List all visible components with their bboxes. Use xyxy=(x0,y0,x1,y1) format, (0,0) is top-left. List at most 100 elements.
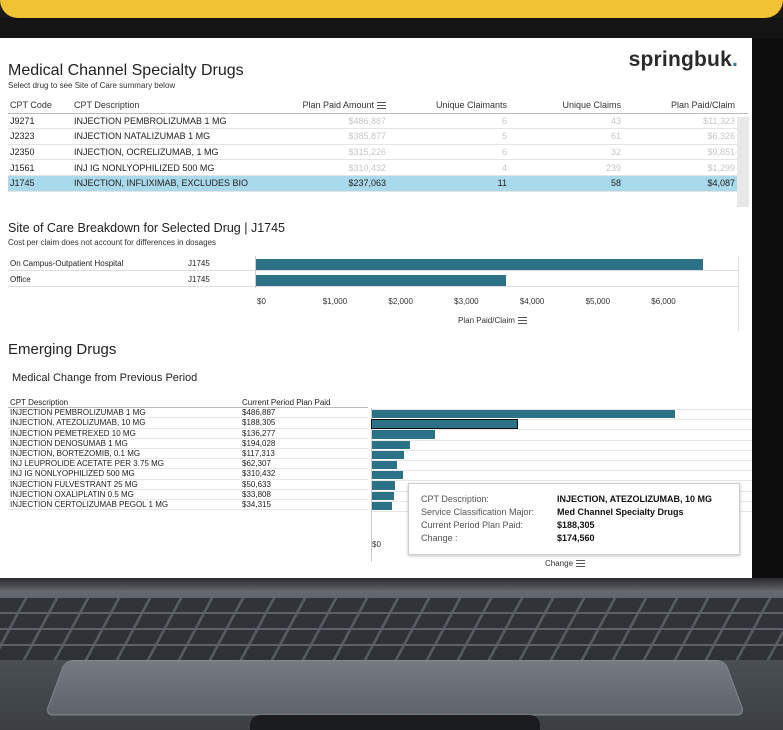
soc-tick-label: $5,000 xyxy=(585,297,611,306)
change-bar[interactable] xyxy=(372,430,435,439)
gridline xyxy=(372,439,752,441)
change-bar[interactable] xyxy=(372,491,394,500)
emerging-row[interactable]: INJECTION CERTOLIZUMAB PEGOL 1 MG $34,315 xyxy=(8,500,368,511)
soc-tick-label: $1,000 xyxy=(322,297,348,306)
cell-desc: INJECTION PEMBROLIZUMAB 1 MG xyxy=(74,115,227,126)
soc-tick-label: $3,000 xyxy=(454,297,479,306)
change-bar[interactable] xyxy=(370,419,519,430)
col-plan-paid-amount[interactable]: Plan Paid Amount xyxy=(284,100,386,110)
col-cpt-description[interactable]: CPT Description xyxy=(74,100,284,110)
cell-paid: $117,313 xyxy=(242,449,275,459)
emerging-row[interactable]: INJECTION PEMETREXED 10 MG $136,277 xyxy=(8,429,368,439)
cell-desc: INJECTION DENOSUMAB 1 MG xyxy=(10,438,128,448)
cell-claimants: 11 xyxy=(497,178,507,189)
table-row[interactable]: J1561 INJ IG NONLYOPHILIZED 500 MG $310,… xyxy=(8,160,748,176)
springbuk-logo: springbuk. xyxy=(628,48,738,71)
soc-bar[interactable] xyxy=(256,275,506,286)
cell-claimants: 4 xyxy=(501,162,507,173)
cell-claims: 239 xyxy=(605,162,621,173)
emerging-subtitle: Medical Change from Previous Period xyxy=(12,372,198,384)
cell-code: J2323 xyxy=(10,131,35,142)
background-top xyxy=(0,0,783,18)
tooltip-key: CPT Description: xyxy=(421,493,489,504)
soc-bar[interactable] xyxy=(256,259,703,270)
trackpad xyxy=(44,660,746,716)
emerging-row[interactable]: INJECTION FULVESTRANT 25 MG $50,633 xyxy=(8,480,368,490)
sort-icon[interactable] xyxy=(576,560,586,568)
tooltip-key: Current Period Plan Paid: xyxy=(421,519,524,530)
soc-plot-area xyxy=(255,256,739,288)
laptop-hinge xyxy=(0,578,783,590)
cell-paid: $62,307 xyxy=(242,459,271,469)
gridline xyxy=(372,480,752,482)
cell-desc: INJECTION, BORTEZOMIB, 0.1 MG xyxy=(10,449,141,459)
emerging-row[interactable]: INJ IG NONLYOPHILIZED 500 MG $310,432 xyxy=(8,469,368,480)
col-current-plan-paid[interactable]: Current Period Plan Paid xyxy=(242,398,368,407)
cell-code: J9271 xyxy=(10,115,35,126)
tooltip-key: Change : xyxy=(421,532,458,543)
table-row[interactable]: J2350 INJECTION, OCRELIZUMAB, 1 MG $315,… xyxy=(8,145,748,161)
sort-icon[interactable] xyxy=(377,102,386,110)
bezel-top xyxy=(0,18,783,40)
cell-paid: $50,633 xyxy=(242,479,271,489)
change-bar[interactable] xyxy=(372,471,403,480)
emerging-row[interactable]: INJ LEUPROLIDE ACETATE PER 3.75 MG $62,30… xyxy=(8,459,368,470)
col-cpt-code[interactable]: CPT Code xyxy=(8,100,74,110)
cell-paid: $486,887 xyxy=(348,115,386,126)
cell-desc: INJ IG NONLYOPHILIZED 500 MG xyxy=(10,469,135,479)
cell-per-claim: $9,851 xyxy=(707,147,735,158)
change-bar[interactable] xyxy=(372,440,410,449)
soc-name: On Campus-Outpatient Hospital xyxy=(10,258,124,268)
cell-desc: INJECTION, ATEZOLIZUMAB, 10 MG xyxy=(10,418,146,428)
cell-paid: $486,887 xyxy=(242,408,276,418)
table-row[interactable]: J9271 INJECTION PEMBROLIZUMAB 1 MG $486,… xyxy=(8,114,748,130)
cell-paid: $315,226 xyxy=(348,147,386,158)
specialty-title: Medical Channel Specialty Drugs xyxy=(8,62,244,79)
cell-desc: INJ IG NONLYOPHILIZED 500 MG xyxy=(74,162,215,173)
change-bar[interactable] xyxy=(372,450,404,459)
table-scrollbar[interactable] xyxy=(737,117,749,207)
col-cpt-description[interactable]: CPT Description xyxy=(8,398,242,407)
tooltip-key: Service Classification Major: xyxy=(421,506,535,517)
site-of-care-subtitle: Cost per claim does not account for diff… xyxy=(8,238,216,247)
keyboard-rows xyxy=(0,598,783,660)
gridline xyxy=(372,460,752,461)
soc-name: Office xyxy=(10,274,31,284)
soc-tick-label: $0 xyxy=(257,297,266,306)
specialty-drugs-table: CPT Code CPT Description Plan Paid Amoun… xyxy=(8,98,748,192)
col-unique-claims[interactable]: Unique Claims xyxy=(507,100,621,110)
change-bar[interactable] xyxy=(372,501,392,510)
change-bar[interactable] xyxy=(372,481,396,490)
emerging-row[interactable]: INJECTION PEMBROLIZUMAB 1 MG $486,887 xyxy=(8,408,368,419)
cell-desc: INJECTION NATALIZUMAB 1 MG xyxy=(74,131,211,142)
col-plan-paid-claim[interactable]: Plan Paid/Claim xyxy=(621,100,739,110)
cell-claims: 58 xyxy=(610,178,621,189)
cell-claimants: 6 xyxy=(501,115,507,126)
soc-tick-label: $6,000 xyxy=(651,297,676,306)
tooltip-value: INJECTION, ATEZOLIZUMAB, 10 MG xyxy=(557,493,713,504)
cell-paid: $33,808 xyxy=(242,489,271,499)
emerging-row[interactable]: INJECTION DENOSUMAB 1 MG $194,028 xyxy=(8,439,368,449)
table-row[interactable]: J2323 INJECTION NATALIZUMAB 1 MG $385,87… xyxy=(8,129,748,145)
cell-desc: INJECTION, INFLIXIMAB, EXCLUDES BIO xyxy=(74,178,249,189)
col-unique-claimants[interactable]: Unique Claimants xyxy=(386,100,507,110)
table-row-selected[interactable]: J1745 INJECTION, INFLIXIMAB, EXCLUDES BI… xyxy=(8,175,748,192)
sort-icon[interactable] xyxy=(517,317,527,325)
emerging-row[interactable]: INJECTION, ATEZOLIZUMAB, 10 MG $188,305 xyxy=(8,418,368,429)
change-bar[interactable] xyxy=(372,410,675,419)
change-bar[interactable] xyxy=(372,461,397,470)
emerging-header: CPT Description Current Period Plan Paid xyxy=(8,398,368,409)
emerging-row[interactable]: INJECTION OXALIPLATIN 0.5 MG $33,808 xyxy=(8,490,368,500)
dashboard-screen: springbuk. Medical Channel Specialty Dru… xyxy=(0,38,752,578)
tooltip-value: Med Channel Specialty Drugs xyxy=(557,506,684,517)
chart-tooltip: CPT Description: INJECTION, ATEZOLIZUMAB,… xyxy=(408,483,740,555)
cell-claims: 61 xyxy=(610,131,621,142)
emerging-row[interactable]: INJECTION, BORTEZOMIB, 0.1 MG $117,313 xyxy=(8,449,368,460)
soc-x-axis-title: Plan Paid/Claim xyxy=(458,316,527,325)
cell-paid: $188,305 xyxy=(242,418,276,428)
cell-desc: INJECTION OXALIPLATIN 0.5 MG xyxy=(10,489,134,499)
site-of-care-title: Site of Care Breakdown for Selected Drug… xyxy=(8,221,286,235)
cell-per-claim: $11,323 xyxy=(703,115,735,126)
cell-code: J1745 xyxy=(10,178,35,189)
cell-code: J2350 xyxy=(10,147,35,158)
